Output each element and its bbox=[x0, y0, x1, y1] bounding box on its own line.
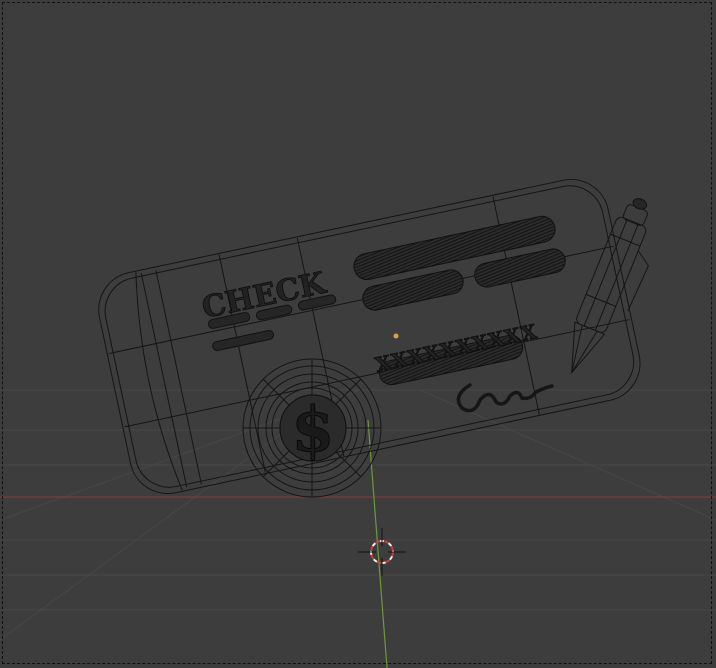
dollar-coin: $ bbox=[242, 358, 382, 498]
3d-cursor-icon[interactable] bbox=[358, 528, 406, 576]
object-origin-icon[interactable] bbox=[393, 333, 399, 339]
check-model[interactable]: CHECK XXXXXXXXXX $ bbox=[92, 172, 671, 500]
3d-viewport[interactable]: CHECK XXXXXXXXXX $ bbox=[0, 0, 716, 668]
pen-model bbox=[571, 198, 649, 375]
dollar-sign: $ bbox=[291, 393, 334, 466]
viewport-canvas[interactable]: CHECK XXXXXXXXXX $ bbox=[0, 0, 716, 668]
y-axis-line bbox=[367, 419, 388, 668]
